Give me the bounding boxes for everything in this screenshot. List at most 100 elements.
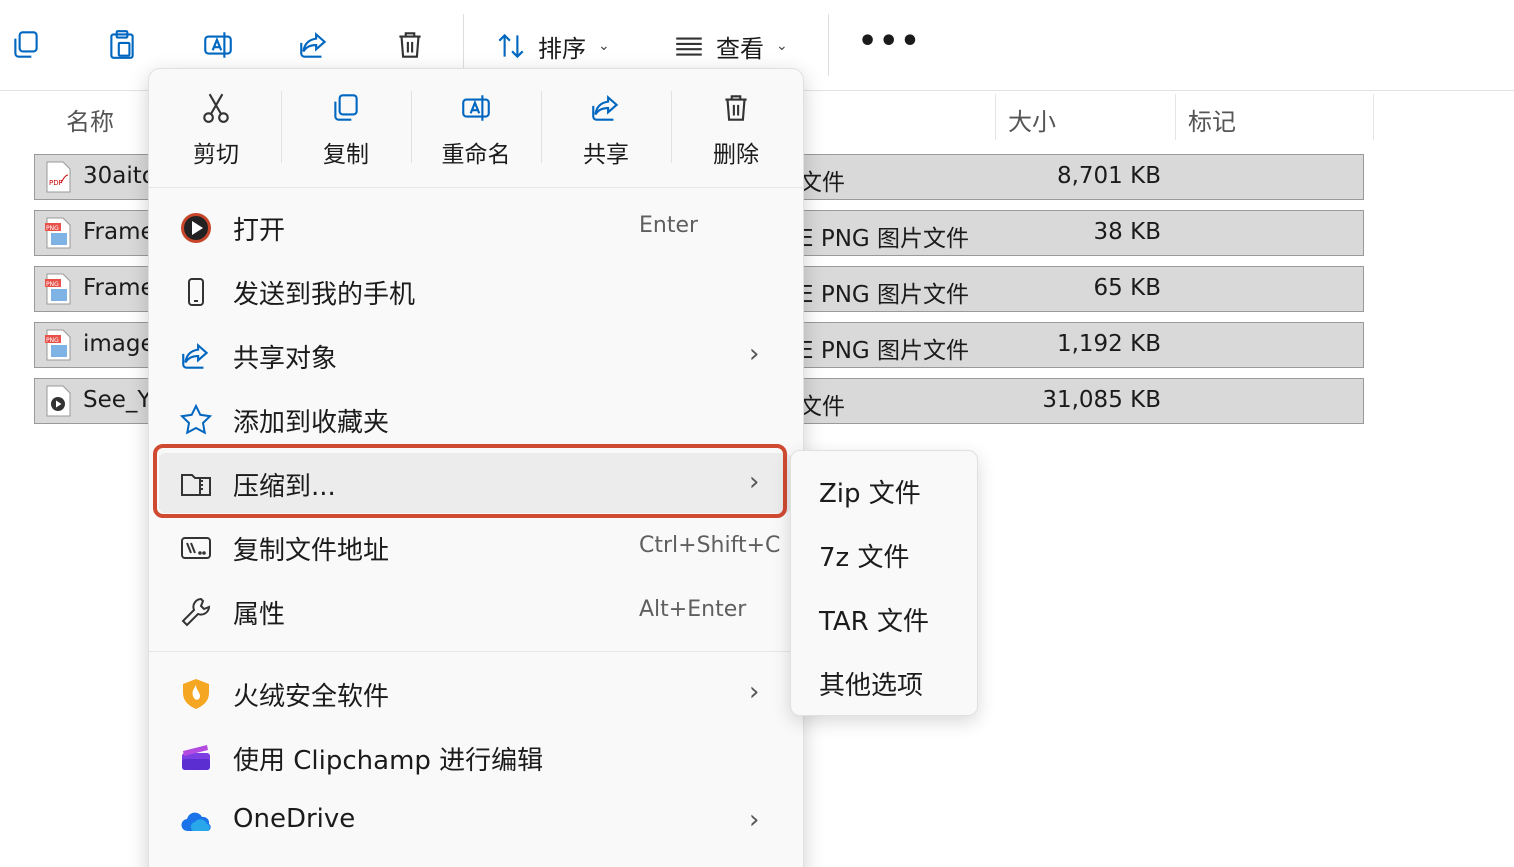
- svg-text:PNG: PNG: [46, 225, 59, 232]
- trash-icon: [399, 32, 421, 58]
- png-file-icon: PNG: [45, 217, 71, 249]
- share-icon: [300, 32, 327, 58]
- rename-label: 重命名: [441, 142, 511, 168]
- file-name: image: [83, 331, 155, 357]
- file-type: 文件: [799, 394, 845, 420]
- chevron-right-icon: ›: [749, 677, 760, 707]
- star-icon: [179, 403, 213, 435]
- file-name: See_Y: [83, 387, 152, 413]
- menu-item-send-to-phone[interactable]: 发送到我的手机: [159, 261, 791, 321]
- phone-icon: [188, 278, 204, 306]
- png-file-icon: PNG: [45, 329, 71, 361]
- file-size: 8,701 KB: [1056, 163, 1161, 189]
- trash-icon: [725, 95, 747, 121]
- onedrive-cloud-icon: [181, 812, 211, 832]
- png-file-icon: PNG: [45, 273, 71, 305]
- rename-button[interactable]: [196, 20, 240, 70]
- share-icon: [182, 343, 209, 369]
- menu-item-open[interactable]: 打开 Enter: [159, 197, 791, 257]
- quick-actions-bar: 剪切 复制 重命名 共享 删除: [149, 69, 803, 188]
- submenu-item-tar[interactable]: TAR 文件: [819, 601, 929, 638]
- annotation-highlight-box: [153, 444, 787, 518]
- chevron-down-icon: ⌄: [598, 38, 610, 54]
- file-size: 1,192 KB: [1056, 331, 1161, 357]
- rename-icon: [204, 32, 232, 58]
- share-button[interactable]: [292, 20, 336, 70]
- column-header-size[interactable]: 大小: [1008, 102, 1056, 137]
- copy-label: 复制: [323, 142, 369, 168]
- share-label: 共享: [583, 142, 629, 168]
- svg-text:PNG: PNG: [46, 281, 59, 288]
- scissors-icon: [203, 93, 229, 123]
- menu-item-label: 共享对象: [233, 344, 338, 374]
- shortcut-text: Alt+Enter: [639, 597, 747, 622]
- copy-icon: [14, 31, 38, 58]
- svg-text:PDF: PDF: [49, 179, 63, 187]
- sort-label: 排序: [538, 34, 586, 63]
- shortcut-text: Ctrl+Shift+C: [639, 533, 781, 558]
- menu-item-label: 使用 Clipchamp 进行编辑: [233, 746, 544, 776]
- submenu-item-other-options[interactable]: 其他选项: [819, 665, 923, 702]
- file-size: 65 KB: [1093, 275, 1161, 301]
- delete-button[interactable]: [388, 20, 432, 70]
- view-label: 查看: [716, 34, 764, 63]
- submenu-item-zip[interactable]: Zip 文件: [819, 473, 921, 510]
- menu-item-label: 属性: [233, 600, 286, 630]
- list-view-icon: [676, 37, 702, 56]
- cut-button[interactable]: 剪切: [151, 87, 281, 177]
- delete-label: 删除: [713, 142, 759, 168]
- share-button[interactable]: 共享: [541, 87, 671, 177]
- file-name: Frame: [83, 275, 155, 301]
- path-icon: [181, 537, 211, 559]
- toolbar-divider: [463, 14, 464, 76]
- column-divider[interactable]: [1175, 94, 1176, 140]
- wrench-icon: [181, 597, 211, 627]
- column-divider[interactable]: [995, 94, 996, 140]
- chevron-right-icon: ›: [749, 805, 760, 835]
- menu-item-label: OneDrive: [233, 804, 356, 834]
- copy-button[interactable]: [4, 20, 48, 70]
- file-size: 31,085 KB: [1042, 387, 1161, 413]
- submenu-item-7z[interactable]: 7z 文件: [819, 537, 909, 574]
- column-header-tags[interactable]: 标记: [1188, 102, 1236, 137]
- video-file-icon: [46, 385, 71, 417]
- menu-item-label: 复制文件地址: [233, 536, 390, 566]
- play-icon: [181, 213, 211, 243]
- clipchamp-icon: [182, 745, 210, 770]
- file-name: 30aito: [83, 163, 156, 189]
- sort-button[interactable]: 排序 ⌄: [494, 24, 610, 68]
- more-options-button[interactable]: •••: [858, 24, 922, 59]
- file-name: Frame: [83, 219, 155, 245]
- pdf-file-icon: PDF: [46, 161, 71, 193]
- copy-button[interactable]: 复制: [281, 87, 411, 177]
- file-type: 文件: [799, 170, 845, 196]
- view-button[interactable]: 查看 ⌄: [672, 24, 788, 68]
- share-icon: [592, 95, 619, 121]
- menu-item-properties[interactable]: 属性 Alt+Enter: [159, 581, 791, 641]
- menu-item-label: 打开: [233, 216, 286, 246]
- menu-item-onedrive[interactable]: OneDrive ›: [159, 791, 791, 851]
- menu-item-copy-path[interactable]: 复制文件地址 Ctrl+Shift+C: [159, 517, 791, 577]
- file-size: 38 KB: [1093, 219, 1161, 245]
- column-divider[interactable]: [1373, 94, 1374, 140]
- cut-label: 剪切: [193, 142, 239, 168]
- paste-button[interactable]: [100, 20, 144, 70]
- svg-text:PNG: PNG: [46, 337, 59, 344]
- column-header-name[interactable]: 名称: [66, 102, 114, 137]
- rename-button[interactable]: 重命名: [411, 87, 541, 177]
- copy-icon: [334, 94, 358, 121]
- chevron-right-icon: ›: [749, 339, 760, 369]
- menu-item-label: 发送到我的手机: [233, 280, 416, 310]
- menu-item-clipchamp[interactable]: 使用 Clipchamp 进行编辑: [159, 727, 791, 787]
- menu-item-label: 火绒安全软件: [233, 682, 390, 712]
- menu-item-add-favorites[interactable]: 添加到收藏夹: [159, 389, 791, 449]
- menu-item-share-with[interactable]: 共享对象 ›: [159, 325, 791, 385]
- menu-item-huorong[interactable]: 火绒安全软件 ›: [159, 663, 791, 723]
- clipboard-icon: [110, 30, 134, 59]
- delete-button[interactable]: 删除: [671, 87, 801, 177]
- huorong-shield-icon: [183, 679, 209, 709]
- menu-divider: [149, 651, 803, 652]
- chevron-down-icon: ⌄: [776, 38, 788, 54]
- toolbar-divider: [828, 14, 829, 76]
- compress-submenu: Zip 文件 7z 文件 TAR 文件 其他选项: [790, 450, 978, 716]
